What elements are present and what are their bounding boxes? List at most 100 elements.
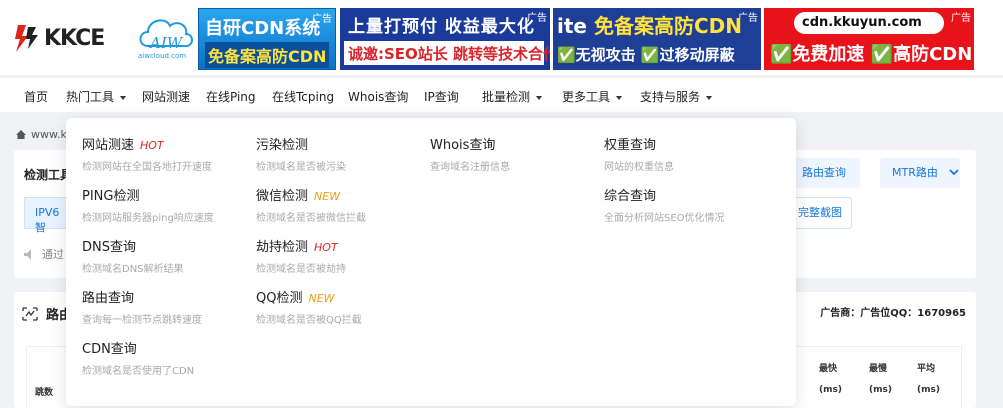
ad-line2: ✅无视攻击 ✅过移动屏蔽 xyxy=(557,46,735,64)
route-icon xyxy=(22,307,38,321)
speaker-icon xyxy=(24,249,31,260)
kkce-logo[interactable]: KKCE xyxy=(14,18,124,58)
menu-item-label: 综合查询 xyxy=(604,189,657,204)
nav-item-tcping[interactable]: 在线Tcping xyxy=(272,88,334,105)
ad-line1: ite 免备案高防CDN xyxy=(557,10,742,39)
menu-item-label: 路由查询 xyxy=(82,291,135,306)
ad-line1: 自研CDN系统 xyxy=(205,18,321,39)
menu-item[interactable]: 微信检测 NEW 检测域名是否被微信拦截 xyxy=(256,185,426,224)
ad-headline: 免备案高防CDN xyxy=(593,14,742,38)
menu-item-label: 微信检测 xyxy=(256,189,309,204)
kkce-logo-icon xyxy=(15,25,38,52)
menu-item-label: QQ检测 xyxy=(256,291,303,306)
nav-item-speed-test[interactable]: 网站测速 xyxy=(142,88,190,105)
menu-item-title: CDN查询 xyxy=(82,338,252,357)
nav-item-ip[interactable]: IP查询 xyxy=(424,88,459,105)
nav-item-label: 更多工具 xyxy=(562,90,611,104)
nav-item-ping[interactable]: 在线Ping xyxy=(206,88,256,105)
main-nav: 首页 热门工具 网站测速 在线Ping 在线Tcping Whois查询 IP查… xyxy=(0,78,1003,112)
menu-item-label: 权重查询 xyxy=(604,138,657,153)
breadcrumb-text[interactable]: www.k xyxy=(31,128,67,141)
col-avg: 平均 xyxy=(917,364,936,374)
nav-item-whois[interactable]: Whois查询 xyxy=(348,88,408,105)
menu-item-title: 污染检测 xyxy=(256,134,426,153)
menu-item-label: CDN查询 xyxy=(82,342,137,357)
home-icon xyxy=(16,130,26,139)
col-worst-unit: (ms) xyxy=(869,385,892,395)
menu-item-title: 路由查询 xyxy=(82,287,252,306)
menu-item-desc: 检测域名是否被劫持 xyxy=(256,264,346,275)
menu-item-title: QQ检测 NEW xyxy=(256,287,426,306)
menu-item[interactable]: 劫持检测 HOT 检测域名是否被劫持 xyxy=(256,236,426,275)
menu-item-label: DNS查询 xyxy=(82,240,136,255)
menu-item[interactable]: 网站测速 HOT 检测网站在全国各地打开速度 xyxy=(82,134,252,173)
notice: 通过 xyxy=(24,246,64,262)
chevron-down-icon xyxy=(616,95,623,100)
col-best: 最快 xyxy=(819,364,838,374)
col-best-unit: (ms) xyxy=(819,385,842,395)
aiw-logo[interactable]: AIW aiwcloud.com xyxy=(136,12,196,62)
ad-brand: ite xyxy=(557,14,587,38)
menu-item-desc: 检测域名是否使用了CDN xyxy=(82,366,195,377)
menu-item[interactable]: Whois查询查询域名注册信息 xyxy=(430,134,600,173)
col-worst: 最慢 xyxy=(869,364,888,374)
col-hop: 跳数 xyxy=(35,388,54,398)
chevron-down-icon xyxy=(120,95,127,100)
ad-tag: 广告 xyxy=(951,13,971,24)
ad-banner-3[interactable]: 广告 ite 免备案高防CDN ✅无视攻击 ✅过移动屏蔽 xyxy=(553,8,761,70)
menu-item-desc: 检测域名是否被污染 xyxy=(256,162,346,173)
menu-item[interactable]: 路由查询查询每一检测节点跳转速度 xyxy=(82,287,252,326)
menu-item-desc: 查询每一检测节点跳转速度 xyxy=(82,315,202,326)
ad-banner-1[interactable]: 广告 自研CDN系统 免备案高防CDN xyxy=(198,8,336,70)
menu-item-label: PING检测 xyxy=(82,189,140,204)
menu-item-title: 微信检测 NEW xyxy=(256,185,426,204)
screenshot-button[interactable]: 完整截图 xyxy=(788,197,852,229)
chevron-down-icon xyxy=(536,95,543,100)
chevron-down-icon xyxy=(949,169,959,176)
menu-item-label: Whois查询 xyxy=(430,138,496,153)
menu-item[interactable]: 综合查询全面分析网站SEO优化情况 xyxy=(604,185,774,224)
nav-item-home[interactable]: 首页 xyxy=(24,88,48,105)
nav-item-batch[interactable]: 批量检测 xyxy=(482,88,543,105)
kkce-logo-text: KKCE xyxy=(44,25,105,51)
nav-item-label: 支持与服务 xyxy=(640,90,701,104)
menu-item-badge: NEW xyxy=(308,292,335,305)
menu-item[interactable]: QQ检测 NEW 检测域名是否被QQ拦截 xyxy=(256,287,426,326)
menu-item[interactable]: PING检测检测网站服务器ping响应速度 xyxy=(82,185,252,224)
menu-item-title: 劫持检测 HOT xyxy=(256,236,426,255)
menu-item[interactable]: DNS查询检测域名DNS解析结果 xyxy=(82,236,252,275)
menu-item[interactable]: CDN查询检测域名是否使用了CDN xyxy=(82,338,252,377)
menu-item[interactable]: 权重查询网站的权重信息 xyxy=(604,134,774,173)
header: KKCE AIW aiwcloud.com 广告 自研CDN系统 免备案高防CD… xyxy=(0,0,1003,75)
aiw-logo-text: AIW xyxy=(150,34,183,52)
menu-item-title: 综合查询 xyxy=(604,185,774,204)
notice-text: 通过 xyxy=(42,248,64,261)
menu-item-title: 网站测速 HOT xyxy=(82,134,252,153)
hot-tools-dropdown: 网站测速 HOT 检测网站在全国各地打开速度 PING检测检测网站服务器ping响应速… xyxy=(66,118,796,406)
nav-item-hot-tools[interactable]: 热门工具 xyxy=(66,88,127,105)
menu-item-title: PING检测 xyxy=(82,185,252,204)
nav-item-more-tools[interactable]: 更多工具 xyxy=(562,88,623,105)
menu-item-desc: 检测域名DNS解析结果 xyxy=(82,264,184,275)
route-query-button[interactable]: 路由查询 xyxy=(788,158,860,188)
ad-line2: 免备案高防CDN xyxy=(205,42,330,68)
ad-line1: cdn.kkuyun.com xyxy=(794,12,944,34)
menu-item-label: 污染检测 xyxy=(256,138,309,153)
ad-banner-4[interactable]: 广告 cdn.kkuyun.com ✅免费加速 ✅高防CDN xyxy=(764,8,974,70)
menu-item-desc: 网站的权重信息 xyxy=(604,162,674,173)
nav-item-support[interactable]: 支持与服务 xyxy=(640,88,713,105)
mtr-select[interactable]: MTR路由 xyxy=(880,158,960,188)
mtr-select-value: MTR路由 xyxy=(892,166,938,179)
tool-card-title: 检测工具 xyxy=(24,168,73,182)
menu-item-desc: 查询域名注册信息 xyxy=(430,162,510,173)
menu-item-desc: 检测域名是否被微信拦截 xyxy=(256,213,366,224)
ad-banner-2[interactable]: 广告 上量打预付 收益最大化 诚邀:SEO站长 跳转等技术合作 xyxy=(340,8,550,70)
menu-item-desc: 检测网站服务器ping响应速度 xyxy=(82,213,214,224)
menu-item-desc: 全面分析网站SEO优化情况 xyxy=(604,213,725,224)
menu-item-title: 权重查询 xyxy=(604,134,774,153)
menu-item[interactable]: 污染检测检测域名是否被污染 xyxy=(256,134,426,173)
menu-item-label: 网站测速 xyxy=(82,138,135,153)
ad-line2: 诚邀:SEO站长 跳转等技术合作 xyxy=(344,41,550,65)
menu-item-desc: 检测网站在全国各地打开速度 xyxy=(82,162,212,173)
ad-line1: 上量打预付 收益最大化 xyxy=(348,17,535,37)
